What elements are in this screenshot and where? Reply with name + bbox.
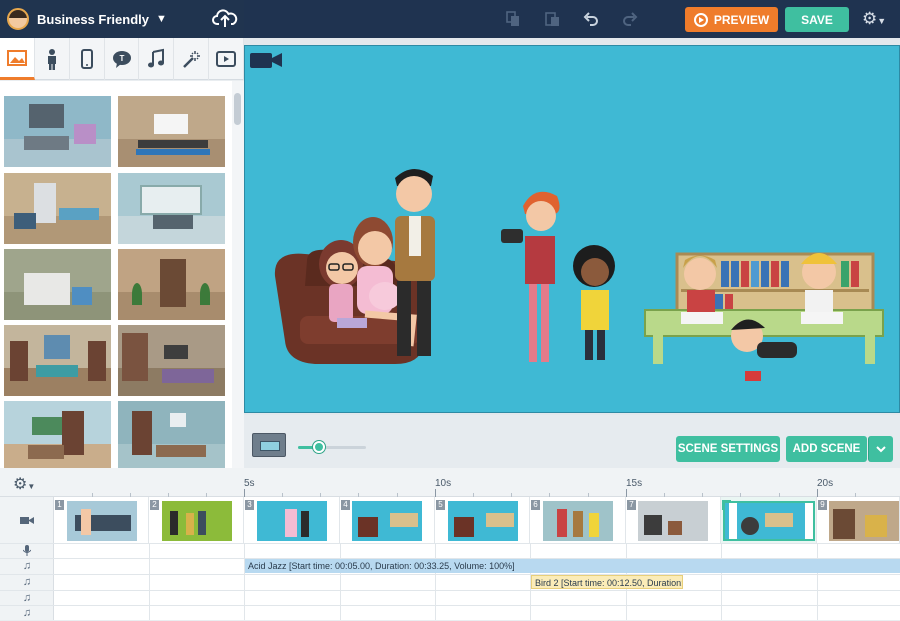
grid-line xyxy=(340,543,341,620)
scene-number: 7 xyxy=(627,500,636,510)
background-thumbnail[interactable] xyxy=(4,325,111,396)
scene-thumbnail[interactable] xyxy=(448,501,518,541)
tab-props[interactable] xyxy=(70,38,105,80)
scene-settings-button[interactable]: SCENE SETTINGS xyxy=(676,436,780,462)
photographer-character xyxy=(501,191,560,362)
tick-label: 5s xyxy=(244,478,255,489)
tick-mark xyxy=(244,489,245,497)
library-scrollbar[interactable] xyxy=(232,81,244,468)
play-icon xyxy=(693,12,708,27)
background-thumbnail[interactable] xyxy=(4,401,111,468)
preview-button[interactable]: PREVIEW xyxy=(685,7,778,32)
phone-icon xyxy=(80,49,93,69)
video-icon xyxy=(216,51,237,67)
video-camera-icon xyxy=(0,512,54,528)
music-note-icon: ♫ xyxy=(22,576,32,588)
grid-line xyxy=(435,543,436,620)
kid-character xyxy=(573,245,615,360)
scene-thumbnail[interactable] xyxy=(67,501,137,541)
tick-label: 15s xyxy=(626,478,643,489)
save-button[interactable]: SAVE xyxy=(785,7,849,32)
magic-wand-icon xyxy=(183,51,201,68)
audio-track-clip[interactable]: Acid Jazz [Start time: 00:05.00, Duratio… xyxy=(245,559,900,573)
track-divider xyxy=(0,574,900,575)
scene-thumbnail[interactable] xyxy=(829,501,899,541)
settings-gear-icon[interactable]: ⚙▼ xyxy=(862,9,886,31)
tab-audio[interactable] xyxy=(139,38,175,80)
grid-line xyxy=(244,543,245,620)
audio-track-clip[interactable]: Bird 2 [Start time: 00:12.50, Duration: xyxy=(531,575,683,589)
scene-number: 6 xyxy=(531,500,540,510)
svg-text:T: T xyxy=(119,54,124,63)
tab-video[interactable] xyxy=(209,38,245,80)
scene-canvas[interactable] xyxy=(244,45,900,413)
background-thumbnail[interactable] xyxy=(118,96,225,167)
music-note-icon xyxy=(148,48,165,68)
library-tabs: T xyxy=(0,38,245,80)
chevron-down-icon: ▼ xyxy=(155,13,167,25)
speech-bubble-icon: T xyxy=(112,51,131,68)
scene-thumbnail[interactable] xyxy=(352,501,422,541)
timeline-settings-icon[interactable]: ⚙▼ xyxy=(13,474,35,494)
scene-thumbnail[interactable] xyxy=(638,501,708,541)
add-scene-dropdown[interactable] xyxy=(868,436,893,462)
background-thumbnail[interactable] xyxy=(4,249,111,320)
background-thumbnail[interactable] xyxy=(4,173,111,244)
tick-label: 20s xyxy=(817,478,834,489)
tab-backgrounds[interactable] xyxy=(0,38,35,80)
music-note-icon: ♫ xyxy=(22,592,32,604)
scene-number: 4 xyxy=(341,500,350,510)
scene-number: 5 xyxy=(436,500,445,510)
track-divider xyxy=(0,543,900,544)
copy-icon[interactable] xyxy=(494,0,532,38)
library-scrollbar-thumb[interactable] xyxy=(234,93,241,125)
scene-illustration xyxy=(274,168,884,381)
grid-line xyxy=(721,543,722,620)
scene-thumbnail[interactable] xyxy=(162,501,232,541)
background-thumbnail[interactable] xyxy=(118,325,225,396)
image-icon xyxy=(6,49,27,66)
grid-line xyxy=(817,543,818,620)
scene-thumbnail-selected[interactable] xyxy=(723,501,815,541)
grid-line xyxy=(149,543,150,620)
undo-icon[interactable] xyxy=(572,0,610,38)
chevron-down-icon xyxy=(876,446,886,453)
person-icon xyxy=(47,49,56,70)
zoom-slider-handle[interactable] xyxy=(313,441,325,453)
background-thumbnail[interactable] xyxy=(4,96,111,167)
microphone-icon xyxy=(0,543,54,557)
scene-number: 2 xyxy=(150,500,159,510)
avatar xyxy=(7,8,29,30)
background-thumbnail[interactable] xyxy=(118,401,225,468)
stage-thumbnail-toggle[interactable] xyxy=(252,433,286,457)
tab-characters[interactable] xyxy=(35,38,70,80)
music-note-icon: ♫ xyxy=(22,560,32,572)
track-divider xyxy=(0,605,900,606)
tick-mark xyxy=(626,489,627,497)
project-name: Business Friendly xyxy=(37,11,149,27)
scene-thumbnail[interactable] xyxy=(257,501,327,541)
scene-number: 1 xyxy=(55,500,64,510)
paste-icon[interactable] xyxy=(533,0,571,38)
background-thumbnail[interactable] xyxy=(118,173,225,244)
scene-number: 9 xyxy=(818,500,827,510)
scene-number: 3 xyxy=(245,500,254,510)
tab-text[interactable]: T xyxy=(105,38,140,80)
add-scene-button[interactable]: ADD SCENE xyxy=(786,436,867,462)
tab-effects[interactable] xyxy=(174,38,210,80)
tick-mark xyxy=(435,489,436,497)
track-divider xyxy=(0,590,900,591)
camera-icon[interactable] xyxy=(249,50,283,70)
background-library xyxy=(0,81,244,468)
preview-label: PREVIEW xyxy=(713,12,770,27)
project-menu[interactable]: Business Friendly ▼ xyxy=(0,0,244,38)
redo-icon[interactable] xyxy=(611,0,649,38)
music-note-icon: ♫ xyxy=(22,607,32,619)
tick-label: 10s xyxy=(435,478,452,489)
cloud-upload-icon[interactable] xyxy=(212,7,238,29)
scene-thumbnail[interactable] xyxy=(543,501,613,541)
tick-mark xyxy=(817,489,818,497)
background-thumbnail[interactable] xyxy=(118,249,225,320)
